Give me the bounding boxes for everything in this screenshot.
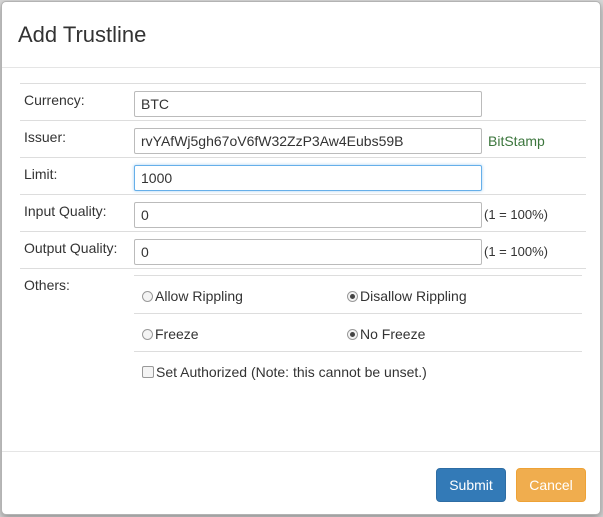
input-quality-input[interactable]	[134, 202, 482, 228]
issuer-row: Issuer: BitStamp	[20, 120, 586, 157]
issuer-label: Issuer:	[24, 129, 67, 145]
submit-button[interactable]: Submit	[436, 468, 506, 502]
freeze-label: Freeze	[155, 326, 199, 342]
issuer-name: BitStamp	[488, 133, 545, 149]
limit-label: Limit:	[24, 166, 58, 182]
others-label: Others:	[24, 277, 70, 293]
freeze-radio[interactable]	[142, 328, 153, 340]
input-quality-row: Input Quality: (1 = 100%)	[20, 194, 586, 231]
authorized-options: Set Authorized (Note: this cannot be uns…	[134, 351, 582, 389]
set-authorized-option[interactable]: Set Authorized (Note: this cannot be uns…	[142, 364, 427, 380]
output-quality-label: Output Quality:	[24, 240, 118, 256]
disallow-rippling-label: Disallow Rippling	[360, 288, 467, 304]
currency-label: Currency:	[24, 92, 85, 108]
set-authorized-checkbox[interactable]	[142, 366, 154, 378]
limit-row: Limit:	[20, 157, 586, 194]
currency-input[interactable]	[134, 91, 482, 117]
cancel-button[interactable]: Cancel	[516, 468, 586, 502]
modal-header: Add Trustline	[2, 2, 600, 68]
issuer-input[interactable]	[134, 128, 482, 154]
freeze-options: Freeze No Freeze	[134, 313, 582, 351]
add-trustline-dialog: Add Trustline Currency: Issuer: BitStamp…	[1, 1, 601, 515]
allow-rippling-radio[interactable]	[142, 290, 153, 302]
modal-footer: Submit Cancel	[2, 451, 600, 514]
rippling-options: Allow Rippling Disallow Rippling	[134, 275, 582, 313]
others-row: Others: Allow Rippling Disallow Rippling	[20, 268, 586, 398]
disallow-rippling-radio[interactable]	[347, 290, 358, 302]
set-authorized-label: Set Authorized (Note: this cannot be uns…	[156, 364, 427, 380]
no-freeze-radio[interactable]	[347, 328, 358, 340]
limit-input[interactable]	[134, 165, 482, 191]
modal-title: Add Trustline	[18, 22, 147, 47]
allow-rippling-label: Allow Rippling	[155, 288, 243, 304]
input-quality-hint: (1 = 100%)	[484, 207, 548, 222]
output-quality-input[interactable]	[134, 239, 482, 265]
freeze-option[interactable]: Freeze	[142, 326, 199, 342]
disallow-rippling-option[interactable]: Disallow Rippling	[347, 288, 467, 304]
currency-row: Currency:	[20, 83, 586, 120]
output-quality-row: Output Quality: (1 = 100%)	[20, 231, 586, 268]
no-freeze-label: No Freeze	[360, 326, 426, 342]
no-freeze-option[interactable]: No Freeze	[347, 326, 425, 342]
output-quality-hint: (1 = 100%)	[484, 244, 548, 259]
input-quality-label: Input Quality:	[24, 203, 107, 219]
allow-rippling-option[interactable]: Allow Rippling	[142, 288, 243, 304]
